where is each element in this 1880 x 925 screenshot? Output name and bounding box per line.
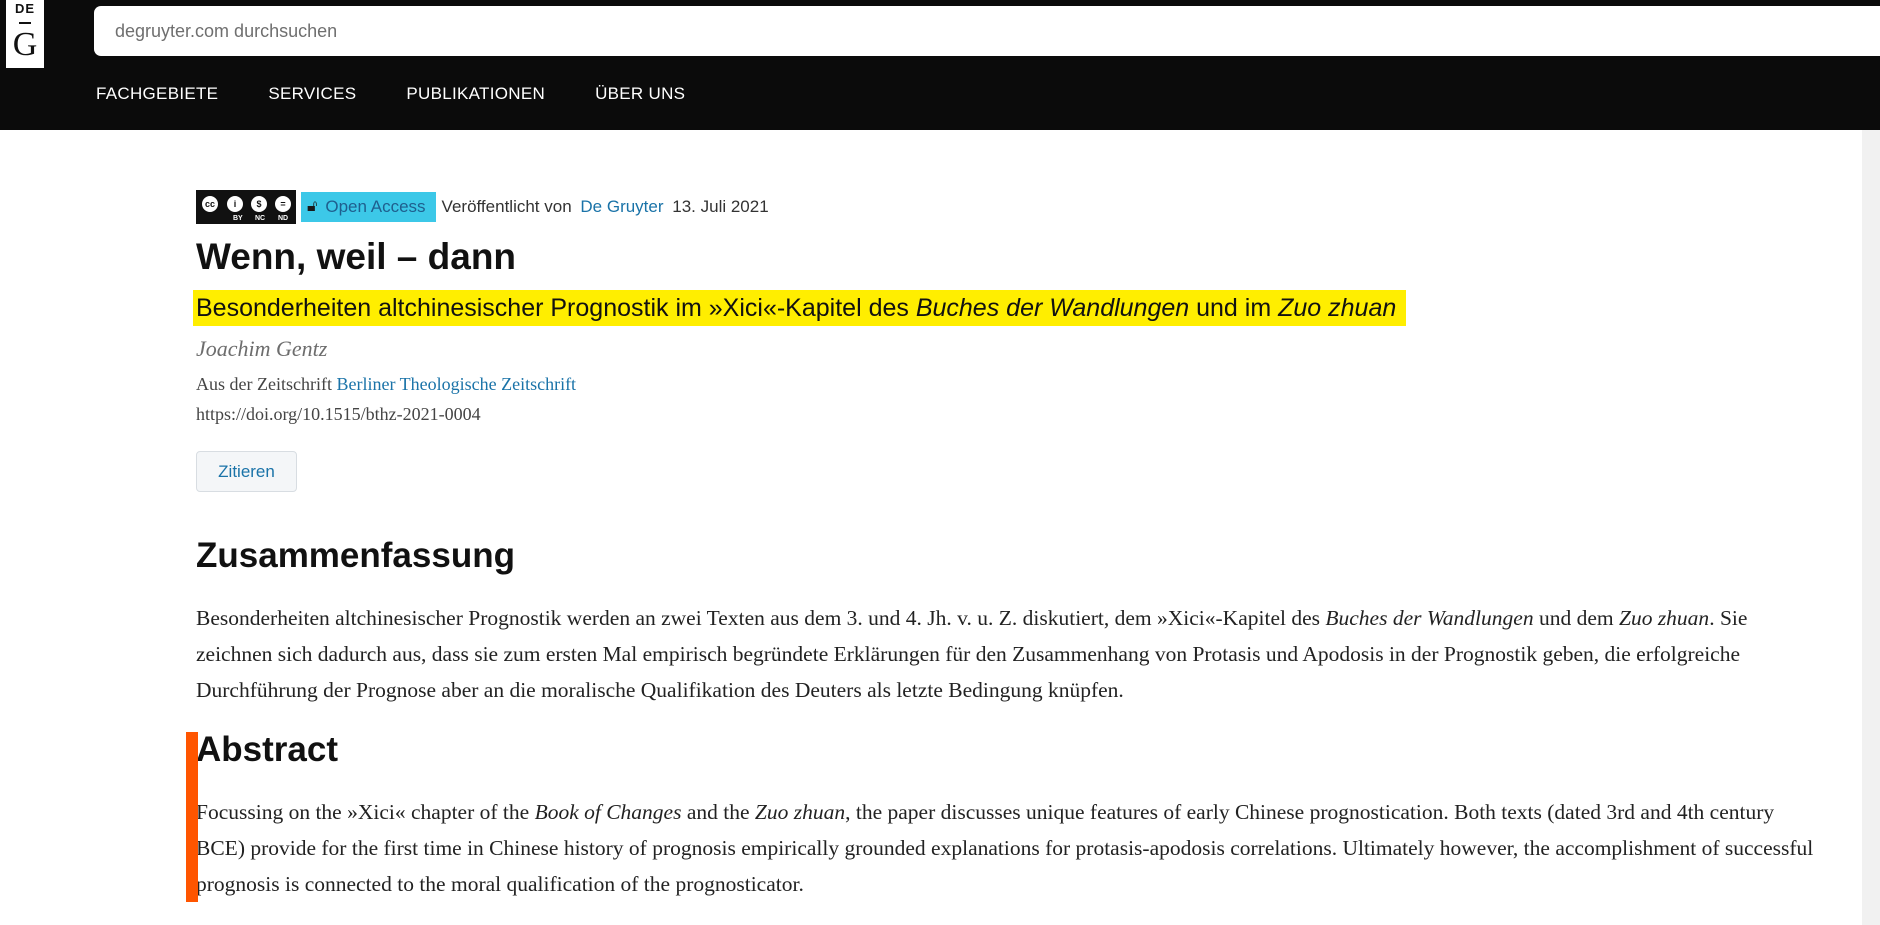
reading-highlight-bar xyxy=(186,732,198,902)
nav-item-ueber-uns[interactable]: ÜBER UNS xyxy=(595,84,685,108)
nc-dollar-icon: $ xyxy=(249,194,269,214)
article-meta-row: cc i $ = BY NC ND 🔓︎ Open Access Veröffe… xyxy=(196,190,769,224)
main-nav: FACHGEBIETE SERVICES PUBLIKATIONEN ÜBER … xyxy=(96,84,735,108)
cite-button[interactable]: Zitieren xyxy=(196,451,297,492)
article-subtitle-highlight: Besonderheiten altchinesischer Prognosti… xyxy=(193,290,1407,326)
logo-divider xyxy=(19,22,31,24)
abs-italic-2: Zuo zhuan xyxy=(754,800,846,824)
zf-italic-1: Buches der Wandlungen xyxy=(1325,606,1534,630)
journal-link[interactable]: Berliner Theologische Zeitschrift xyxy=(336,374,576,394)
open-access-label: Open Access xyxy=(325,197,426,216)
abstract-paragraph: Focussing on the »Xici« chapter of the B… xyxy=(196,794,1821,902)
logo-de-text: DE xyxy=(14,1,36,16)
cc-license-icon[interactable]: cc i $ = BY NC ND xyxy=(196,190,296,224)
site-header: DE G FACHGEBIETE SERVICES PUBLIKATIONEN … xyxy=(0,0,1880,130)
subtitle-italic-2: Zuo zhuan xyxy=(1278,293,1397,322)
nav-item-publikationen[interactable]: PUBLIKATIONEN xyxy=(406,84,545,108)
journal-prefix: Aus der Zeitschrift xyxy=(196,374,332,394)
publisher-link[interactable]: De Gruyter xyxy=(580,197,663,216)
logo-g-text: G xyxy=(12,26,38,63)
abs-text-1: Focussing on the »Xici« chapter of the xyxy=(196,800,535,824)
zusammenfassung-heading: Zusammenfassung xyxy=(196,536,515,575)
article-author[interactable]: Joachim Gentz xyxy=(196,336,327,362)
published-prefix: Veröffentlicht von xyxy=(441,197,572,216)
search-input[interactable] xyxy=(94,6,1880,56)
license-by-label: BY xyxy=(233,215,243,222)
abs-text-2: and the xyxy=(681,800,755,824)
nd-equals-icon: = xyxy=(273,194,293,214)
publication-date: 13. Juli 2021 xyxy=(672,197,769,216)
by-person-icon: i xyxy=(225,194,245,214)
license-nc-label: NC xyxy=(255,215,266,222)
abstract-heading: Abstract xyxy=(196,730,338,769)
article-subtitle: Besonderheiten altchinesischer Prognosti… xyxy=(196,294,1396,323)
zusammenfassung-paragraph: Besonderheiten altchinesischer Prognosti… xyxy=(196,600,1821,708)
abs-italic-1: Book of Changes xyxy=(534,800,682,824)
doi-link[interactable]: https://doi.org/10.1515/bthz-2021-0004 xyxy=(196,404,481,425)
open-access-badge: 🔓︎ Open Access xyxy=(301,192,436,222)
subtitle-text-1: Besonderheiten altchinesischer Prognosti… xyxy=(196,293,916,322)
article-title: Wenn, weil – dann xyxy=(196,236,517,277)
subtitle-text-2: und im xyxy=(1189,293,1279,322)
zf-italic-2: Zuo zhuan xyxy=(1618,606,1710,630)
page-scrollbar[interactable] xyxy=(1862,130,1880,925)
subtitle-italic-1: Buches der Wandlungen xyxy=(915,293,1190,322)
license-nd-label: ND xyxy=(278,215,289,222)
nav-item-services[interactable]: SERVICES xyxy=(268,84,356,108)
nav-item-fachgebiete[interactable]: FACHGEBIETE xyxy=(96,84,218,108)
cc-circle-icon: cc xyxy=(200,194,220,214)
de-gruyter-logo[interactable]: DE G xyxy=(6,0,44,68)
publication-info: Veröffentlicht von De Gruyter 13. Juli 2… xyxy=(442,197,769,217)
open-lock-icon: 🔓︎ xyxy=(307,198,318,215)
journal-line: Aus der Zeitschrift Berliner Theologisch… xyxy=(196,374,576,395)
zf-text-1: Besonderheiten altchinesischer Prognosti… xyxy=(196,606,1326,630)
zf-text-2: und dem xyxy=(1533,606,1619,630)
